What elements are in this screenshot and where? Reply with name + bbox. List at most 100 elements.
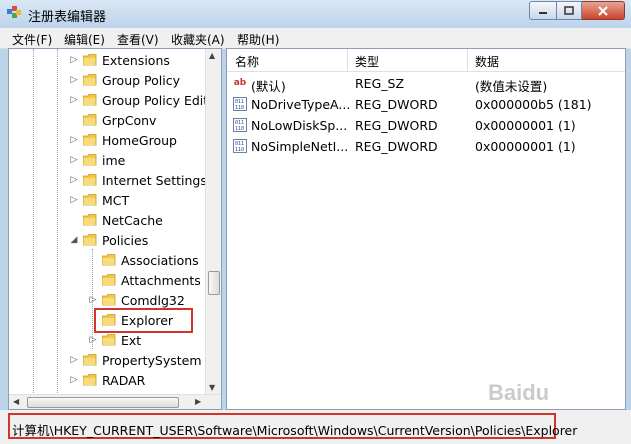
tree-item-label: GrpConv xyxy=(102,112,157,128)
tree-item-policies[interactable]: ◢ Policies xyxy=(69,230,149,250)
tree-item-group-policy-edit[interactable]: ▷ Group Policy Edit xyxy=(69,90,209,110)
value-name: NoDriveTypeA... xyxy=(251,97,351,112)
tree-item-comdlg32[interactable]: ▷ Comdlg32 xyxy=(88,290,185,310)
tree-item-label: Extensions xyxy=(102,52,170,68)
column-header-name[interactable]: 名称 xyxy=(235,53,259,70)
tree-horizontal-scrollbar[interactable]: ◀ ▶ xyxy=(9,394,221,409)
value-type: REG_SZ xyxy=(355,76,405,91)
column-divider[interactable] xyxy=(347,49,348,71)
tree-item-ime[interactable]: ▷ ime xyxy=(69,150,126,170)
values-list-pane[interactable]: 名称 类型 数据 ab (默认) REG_SZ (数值未设置) 011 110 NoDriv… xyxy=(226,48,626,410)
key-tree-pane[interactable]: ▷ Extensions ▷ Group Policy ▷ Group Policy Ed… xyxy=(8,48,222,410)
tree-vertical-scroll-thumb[interactable] xyxy=(208,271,220,295)
minimize-icon xyxy=(539,11,547,14)
tree-item-label: Group Policy xyxy=(102,72,180,88)
tree-item-label: MCT xyxy=(102,192,130,208)
maximize-button[interactable] xyxy=(557,1,582,20)
expand-arrow-icon[interactable]: ▷ xyxy=(88,295,98,305)
expand-arrow-icon[interactable]: ▷ xyxy=(69,135,79,145)
tree-item-homegroup[interactable]: ▷ HomeGroup xyxy=(69,130,177,150)
svg-text:110: 110 xyxy=(235,105,244,111)
value-data: 0x000000b5 (181) xyxy=(475,97,592,112)
title-bar[interactable]: 注册表编辑器 xyxy=(0,0,631,28)
tree-item-label: Ext xyxy=(121,332,142,348)
expand-arrow-icon[interactable]: ▷ xyxy=(69,175,79,185)
expand-arrow-icon[interactable]: ▷ xyxy=(69,375,79,385)
column-header-type[interactable]: 类型 xyxy=(355,53,379,70)
expand-arrow-icon[interactable]: ▷ xyxy=(69,155,79,165)
menu-edit[interactable]: 编辑(E) xyxy=(64,31,105,48)
tree-item-label: HomeGroup xyxy=(102,132,177,148)
values-list-header: 名称 类型 数据 xyxy=(227,49,625,72)
folder-icon xyxy=(83,234,97,246)
value-data: 0x00000001 (1) xyxy=(475,139,576,154)
tree-item-extensions[interactable]: ▷ Extensions xyxy=(69,50,170,70)
folder-icon xyxy=(83,194,97,206)
expand-arrow-icon[interactable]: ▷ xyxy=(69,355,79,365)
menu-help[interactable]: 帮助(H) xyxy=(237,31,279,48)
folder-icon xyxy=(102,294,116,306)
minimize-button[interactable] xyxy=(529,1,557,20)
folder-icon xyxy=(83,154,97,166)
expand-arrow-icon[interactable]: ▷ xyxy=(69,75,79,85)
tree-vertical-scrollbar[interactable]: ▲ ▼ xyxy=(205,49,221,395)
value-row[interactable]: 011 110 NoLowDiskSp... REG_DWORD 0x00000001 … xyxy=(227,115,625,136)
tree-guide-line xyxy=(33,49,34,395)
expand-arrow-icon[interactable]: ▷ xyxy=(69,55,79,65)
status-bar: 计算机\HKEY_CURRENT_USER\Software\Microsoft… xyxy=(0,410,631,444)
value-name: (默认) xyxy=(251,79,286,94)
binary-value-icon: 011 110 xyxy=(233,139,247,153)
tree-item-label: Comdlg32 xyxy=(121,292,185,308)
baidu-watermark: Baidu xyxy=(488,380,550,405)
tree-item-group-policy[interactable]: ▷ Group Policy xyxy=(69,70,180,90)
scroll-up-icon[interactable]: ▲ xyxy=(209,51,215,60)
value-row[interactable]: 011 110 NoDriveTypeA... REG_DWORD 0x000000b5… xyxy=(227,94,625,115)
string-value-icon: ab xyxy=(233,78,247,88)
tree-horizontal-scroll-thumb[interactable] xyxy=(27,397,179,408)
tree-item-attachments[interactable]: Attachments xyxy=(88,270,201,290)
menu-bar: 文件(F) 编辑(E) 查看(V) 收藏夹(A) 帮助(H) xyxy=(0,28,631,49)
maximize-icon xyxy=(564,5,574,15)
scroll-left-icon[interactable]: ◀ xyxy=(13,397,19,406)
tree-item-label: Attachments xyxy=(121,272,201,288)
menu-favorites[interactable]: 收藏夹(A) xyxy=(171,31,225,48)
collapse-arrow-icon[interactable]: ◢ xyxy=(69,235,79,245)
folder-icon xyxy=(102,274,116,286)
tree-item-label: Associations xyxy=(121,252,199,268)
tree-item-mct[interactable]: ▷ MCT xyxy=(69,190,130,210)
tree-item-radar[interactable]: ▷ RADAR xyxy=(69,370,146,390)
folder-icon xyxy=(102,254,116,266)
close-button[interactable] xyxy=(582,1,625,20)
tree-item-associations[interactable]: Associations xyxy=(88,250,199,270)
menu-file[interactable]: 文件(F) xyxy=(12,31,52,48)
window-controls xyxy=(529,1,625,20)
column-divider[interactable] xyxy=(467,49,468,71)
column-header-data[interactable]: 数据 xyxy=(475,53,499,70)
value-name: NoLowDiskSp... xyxy=(251,118,348,133)
folder-icon xyxy=(83,174,97,186)
current-key-path: 计算机\HKEY_CURRENT_USER\Software\Microsoft… xyxy=(12,423,578,438)
scroll-down-icon[interactable]: ▼ xyxy=(209,383,215,392)
scroll-right-icon[interactable]: ▶ xyxy=(195,397,201,406)
expand-arrow-icon[interactable]: ▷ xyxy=(69,95,79,105)
tree-item-netcache[interactable]: NetCache xyxy=(69,210,163,230)
value-type: REG_DWORD xyxy=(355,139,438,154)
value-row[interactable]: ab (默认) REG_SZ (数值未设置) xyxy=(227,73,625,94)
tree-item-ext[interactable]: ▷ Ext xyxy=(88,330,142,350)
value-type: REG_DWORD xyxy=(355,97,438,112)
close-icon xyxy=(598,5,608,16)
tree-item-internet-settings[interactable]: ▷ Internet Settings xyxy=(69,170,207,190)
value-row[interactable]: 011 110 NoSimpleNetI... REG_DWORD 0x00000001… xyxy=(227,136,625,157)
tree-item-grpconv[interactable]: GrpConv xyxy=(69,110,156,130)
folder-icon xyxy=(83,94,97,106)
tree-item-label: Internet Settings xyxy=(102,172,207,188)
tree-item-propertysystem[interactable]: ▷ PropertySystem xyxy=(69,350,202,370)
menu-view[interactable]: 查看(V) xyxy=(117,31,159,48)
folder-icon xyxy=(83,54,97,66)
binary-value-icon: 011 110 xyxy=(233,97,247,111)
expand-arrow-icon[interactable]: ▷ xyxy=(69,195,79,205)
explorer-key-highlight-box xyxy=(94,308,193,333)
expand-arrow-icon[interactable]: ▷ xyxy=(88,335,98,345)
value-name: NoSimpleNetI... xyxy=(251,139,349,154)
tree-item-label: Policies xyxy=(102,232,149,248)
